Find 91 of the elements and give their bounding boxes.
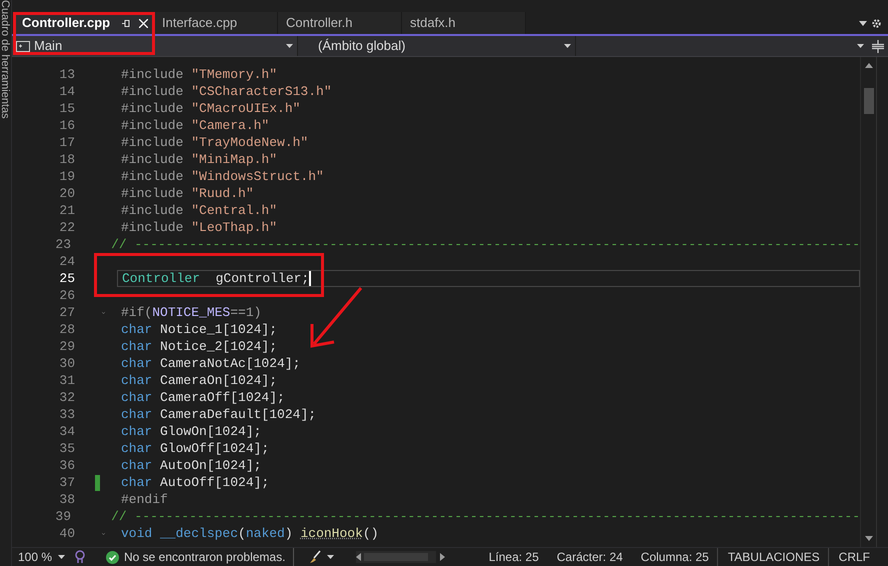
code-line: char AutoOff[1024]; <box>121 474 270 492</box>
line-number: 13 <box>58 66 75 84</box>
code-line: Controller gController; <box>122 270 310 288</box>
line-number: 16 <box>58 116 75 135</box>
line-number: 35 <box>58 440 75 458</box>
caret-icon <box>58 555 66 559</box>
code-line: char GlowOff[1024]; <box>121 440 270 458</box>
line-number: 38 <box>58 490 75 509</box>
line-number: 27 <box>58 304 75 322</box>
zoom-dropdown[interactable]: 100 % <box>12 548 74 566</box>
code-line: #include "WindowsStruct.h" <box>121 168 324 186</box>
code-line: #endif <box>121 490 168 509</box>
code-line: #if(NOTICE_MES==1) <box>121 304 262 322</box>
code-line: char CameraDefault[1024]; <box>121 406 316 424</box>
code-line: #include "CMacroUIEx.h" <box>121 100 300 118</box>
code-line: #include "Camera.h" <box>121 116 270 135</box>
vertical-scrollbar[interactable] <box>860 57 876 547</box>
line-number: 30 <box>58 354 75 373</box>
line-number: 26 <box>58 286 75 305</box>
scroll-up-icon[interactable] <box>864 63 872 68</box>
line-number: 31 <box>58 372 75 390</box>
code-line: char AutoOn[1024]; <box>121 456 262 475</box>
code-line: char GlowOn[1024]; <box>121 422 262 441</box>
scroll-right-icon[interactable] <box>440 553 446 561</box>
line-number: 34 <box>58 422 75 441</box>
line-number: 24 <box>58 252 75 271</box>
line-number: 28 <box>58 320 75 339</box>
column-indicator[interactable]: Columna: 25 <box>640 548 718 566</box>
line-number: 36 <box>58 456 75 475</box>
line-number: 14 <box>58 82 75 101</box>
line-number: 19 <box>58 168 75 186</box>
pin-icon[interactable] <box>122 18 131 28</box>
text-cursor <box>309 271 312 286</box>
line-number: 20 <box>58 184 75 203</box>
code-line: #include "MiniMap.h" <box>121 150 278 169</box>
caret-icon <box>286 44 293 48</box>
indentation-indicator[interactable]: TABULACIONES <box>728 548 829 566</box>
line-number: 39 <box>55 508 72 526</box>
file-tab[interactable]: Interface.cpp <box>154 12 278 34</box>
scroll-left-icon[interactable] <box>356 553 362 561</box>
split-icon[interactable] <box>872 40 884 52</box>
line-ending-indicator[interactable]: CRLF <box>838 548 870 566</box>
code-line: char Notice_1[1024]; <box>121 320 278 339</box>
code-line: char CameraOn[1024]; <box>121 372 278 390</box>
line-number: 40 <box>58 524 75 543</box>
code-line: #include "Central.h" <box>121 202 278 220</box>
side-panel-label[interactable]: Cuadro de herramientas <box>0 0 11 119</box>
line-number: 37 <box>58 474 75 492</box>
line-indicator[interactable]: Línea: 25 <box>488 548 539 566</box>
line-number: 23 <box>55 236 72 254</box>
caret-icon <box>564 44 571 48</box>
code-line: void __declspec(naked) iconHook() <box>121 524 378 543</box>
caret-icon <box>857 44 864 48</box>
line-number: 32 <box>58 388 75 407</box>
code-line: #include "LeoThap.h" <box>121 218 278 237</box>
code-line: char CameraNotAc[1024]; <box>121 354 300 373</box>
scroll-thumb[interactable] <box>864 88 874 114</box>
character-indicator[interactable]: Carácter: 24 <box>556 548 623 566</box>
line-number: 29 <box>58 338 75 356</box>
line-number: 21 <box>58 202 75 220</box>
code-line: #include "CSCharacterS13.h" <box>121 82 332 101</box>
line-number: 22 <box>58 218 75 237</box>
dropdown-icon[interactable] <box>859 20 867 26</box>
caret-icon <box>327 555 334 559</box>
line-number: 18 <box>58 150 75 169</box>
line-number: 15 <box>58 100 75 118</box>
file-tab[interactable]: Controller.h <box>278 12 402 34</box>
code-line: char Notice_2[1024]; <box>121 338 278 356</box>
line-number: 25 <box>58 270 75 288</box>
assistant-icon[interactable] <box>74 550 86 564</box>
horizontal-scrollbar[interactable] <box>356 551 436 563</box>
code-line: char CameraOff[1024]; <box>121 388 285 407</box>
project-dropdown[interactable]: Main <box>12 36 298 56</box>
code-line: #include "Ruud.h" <box>121 184 254 203</box>
check-icon <box>106 550 119 564</box>
project-icon <box>16 40 30 52</box>
cleanup-button[interactable] <box>308 550 334 564</box>
code-line: // --------------------------------------------------------------------------------------------- <box>111 236 860 254</box>
line-number: 33 <box>58 406 75 424</box>
scope-dropdown[interactable]: (Ámbito global) <box>298 36 576 56</box>
scroll-down-icon[interactable] <box>864 536 872 541</box>
issues-status[interactable]: No se encontraron problemas. <box>106 548 294 566</box>
settings-icon[interactable] <box>871 18 882 28</box>
code-line: // --------------------------------------------------------------------------------------------- <box>111 508 860 526</box>
code-line: #include "TMemory.h" <box>121 66 278 84</box>
file-tab[interactable]: stdafx.h <box>402 12 526 34</box>
line-number: 17 <box>58 134 75 152</box>
brush-icon <box>308 550 322 564</box>
code-line: #include "TrayModeNew.h" <box>121 134 308 152</box>
arrow <box>308 286 364 350</box>
close-icon[interactable] <box>139 18 148 28</box>
